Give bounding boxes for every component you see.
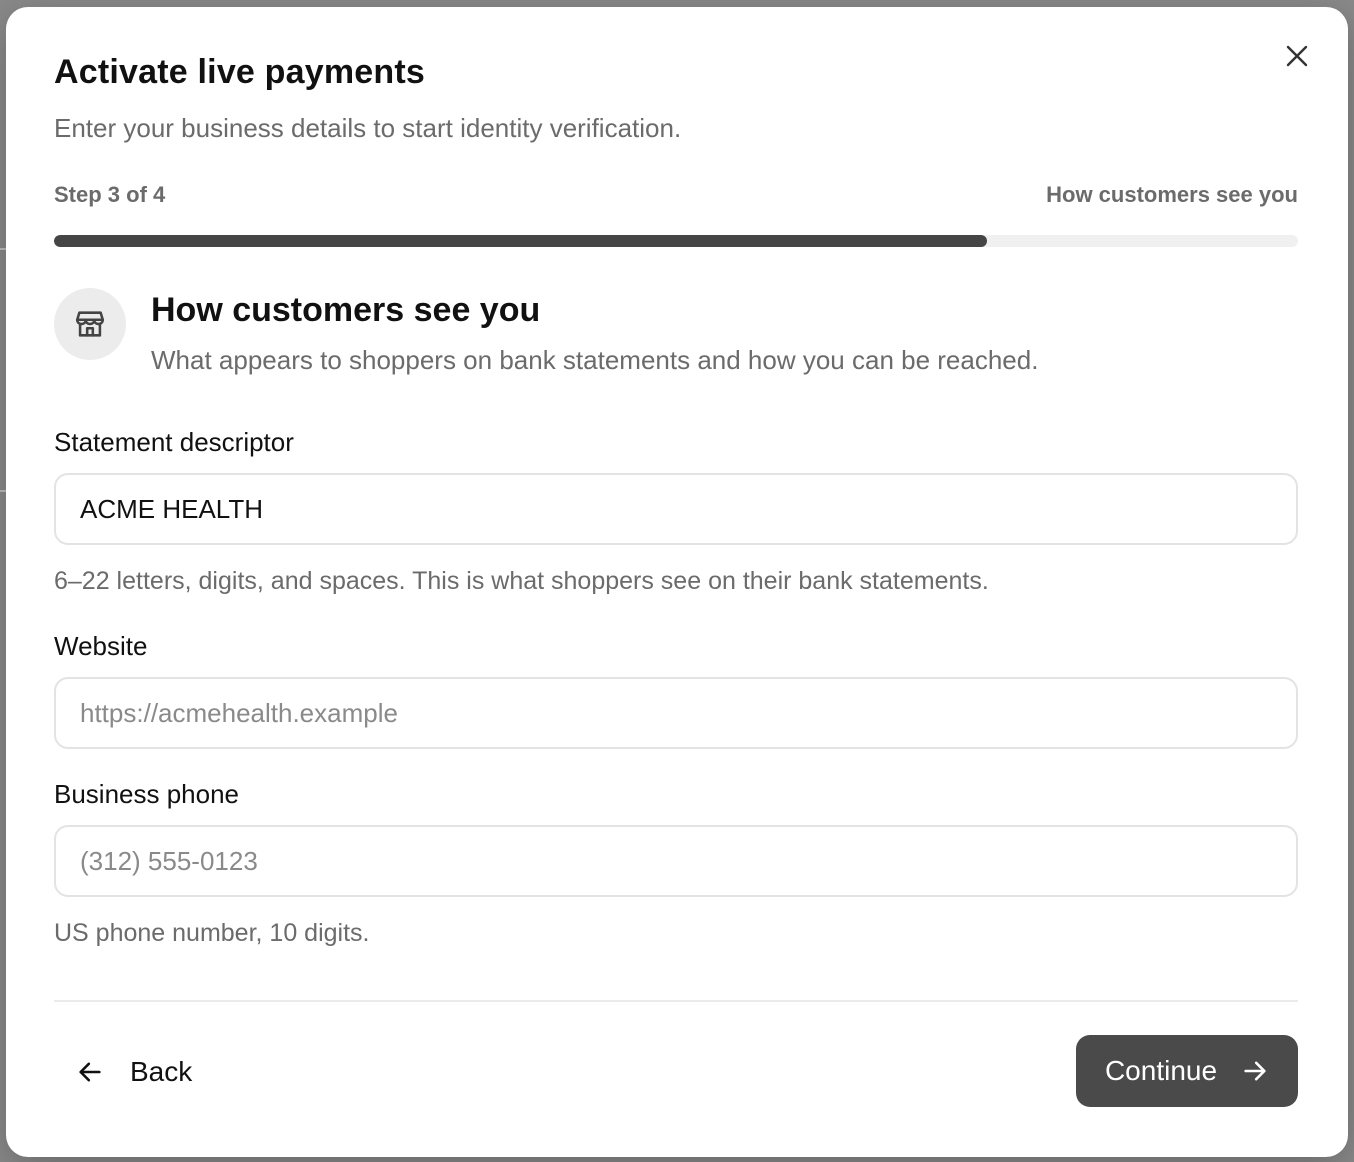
arrow-left-icon — [79, 1062, 101, 1082]
back-button[interactable]: Back — [62, 1040, 206, 1104]
section-subtitle: What appears to shoppers on bank stateme… — [151, 345, 1039, 375]
close-icon — [1286, 45, 1308, 67]
storefront-icon — [75, 311, 105, 337]
step-counter: Step 3 of 4 — [54, 182, 166, 207]
progress-bar-fill — [54, 235, 987, 247]
business-phone-helper: US phone number, 10 digits. — [54, 919, 370, 947]
close-button[interactable] — [1282, 41, 1312, 71]
back-button-label: Back — [130, 1056, 193, 1087]
footer-divider — [54, 1000, 1298, 1002]
dialog-subtitle: Enter your business details to start ide… — [54, 113, 682, 143]
business-phone-label: Business phone — [54, 779, 240, 809]
step-name: How customers see you — [1046, 182, 1298, 207]
section-icon-badge — [54, 288, 126, 360]
section-title: How customers see you — [151, 291, 541, 329]
progress-bar — [54, 235, 1298, 247]
website-label: Website — [54, 631, 148, 661]
website-input[interactable] — [54, 677, 1298, 749]
statement-descriptor-input[interactable] — [54, 473, 1298, 545]
business-phone-input[interactable] — [54, 825, 1298, 897]
statement-descriptor-label: Statement descriptor — [54, 427, 294, 457]
continue-button[interactable]: Continue — [1076, 1035, 1298, 1107]
activate-payments-dialog: Activate live payments Enter your busine… — [6, 7, 1348, 1157]
arrow-right-icon — [1244, 1061, 1266, 1081]
dialog-title: Activate live payments — [54, 53, 426, 91]
statement-descriptor-helper: 6–22 letters, digits, and spaces. This i… — [54, 567, 989, 595]
continue-button-label: Continue — [1104, 1055, 1218, 1086]
